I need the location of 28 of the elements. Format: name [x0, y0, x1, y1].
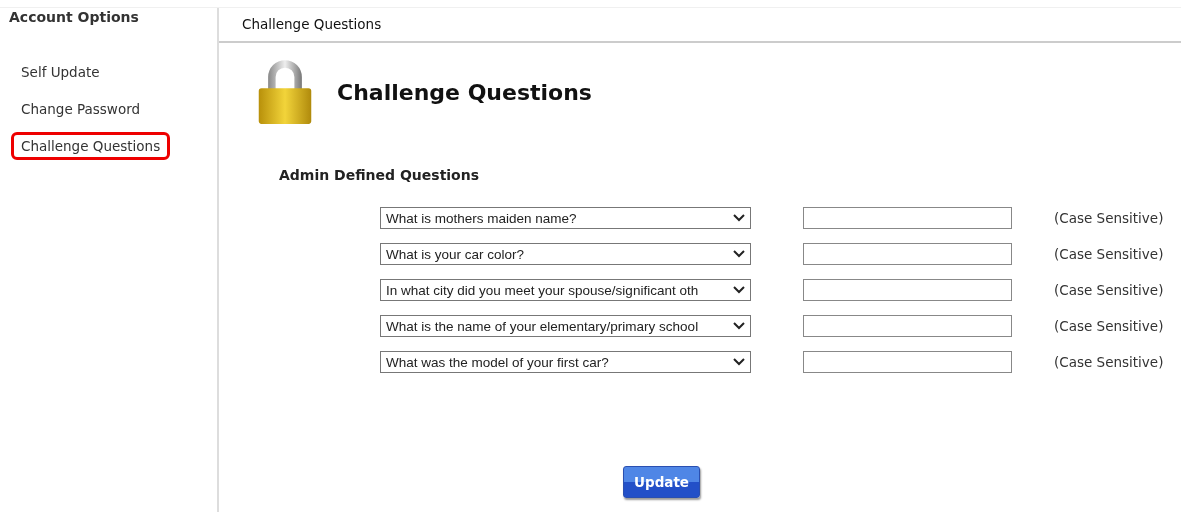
answer-field[interactable] — [803, 315, 1012, 337]
question-dropdown[interactable]: What is your car color? — [380, 243, 751, 265]
case-note: (Case Sensitive) — [1054, 318, 1164, 334]
chevron-down-icon — [732, 357, 746, 367]
chevron-down-icon — [732, 249, 746, 259]
case-note: (Case Sensitive) — [1054, 354, 1164, 370]
answer-field[interactable] — [803, 279, 1012, 301]
answer-field[interactable] — [803, 243, 1012, 265]
case-note: (Case Sensitive) — [1054, 246, 1164, 262]
sidebar-item[interactable]: Change Password — [11, 95, 151, 123]
case-note: (Case Sensitive) — [1054, 210, 1164, 226]
chevron-down-icon — [732, 321, 746, 331]
page-heading: Challenge Questions — [337, 79, 592, 105]
chevron-down-icon — [732, 213, 746, 223]
sidebar-item[interactable]: Self Update — [11, 58, 110, 86]
section-heading: Admin Defined Questions — [279, 167, 481, 183]
question-dropdown[interactable]: What is mothers maiden name? — [380, 207, 751, 229]
chevron-down-icon — [732, 285, 746, 295]
question-dropdown[interactable]: In what city did you meet your spouse/significant oth — [380, 279, 751, 301]
question-dropdown[interactable]: What was the model of your first car? — [380, 351, 751, 373]
update-button[interactable]: Update — [623, 466, 700, 498]
case-note: (Case Sensitive) — [1054, 282, 1164, 298]
sidebar-title: Account Options — [8, 8, 140, 25]
answer-field[interactable] — [803, 351, 1012, 373]
page-header: Challenge Questions — [219, 8, 1181, 43]
answer-field[interactable] — [803, 207, 1012, 229]
question-dropdown[interactable]: What is the name of your elementary/primary school — [380, 315, 751, 337]
sidebar-item[interactable]: Challenge Questions — [11, 132, 171, 160]
